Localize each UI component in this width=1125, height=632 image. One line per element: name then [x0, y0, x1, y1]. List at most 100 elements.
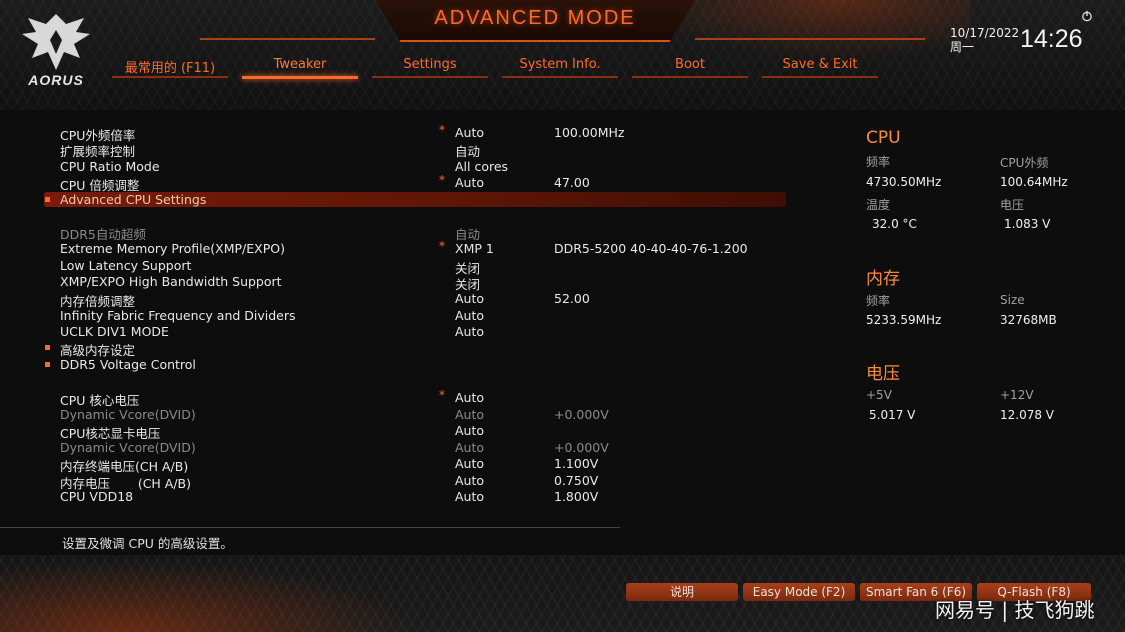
voltage-5v-value: 5.017 V: [869, 408, 916, 422]
modified-star-icon: *: [439, 123, 445, 137]
setting-value[interactable]: Auto: [455, 456, 484, 471]
setting-label: XMP/EXPO High Bandwidth Support: [60, 274, 282, 289]
setting-current-value: 52.00: [554, 291, 590, 306]
help-description: 设置及微调 CPU 的高级设置。: [62, 536, 233, 551]
setting-current-value: 47.00: [554, 175, 590, 190]
setting-value[interactable]: All cores: [455, 159, 508, 174]
footer-glow: [0, 560, 420, 632]
tab-label: 最常用的 (F11): [124, 61, 216, 76]
setting-label: CPU Ratio Mode: [60, 159, 160, 174]
setting-label: Dynamic Vcore(DVID): [60, 407, 196, 422]
setting-value[interactable]: Auto: [455, 324, 484, 339]
setting-row-infinity-fabric[interactable]: Infinity Fabric Frequency and Dividers A…: [44, 308, 804, 324]
submenu-advanced-memory[interactable]: 高级内存设定: [44, 340, 804, 358]
setting-row-dynamic-vcore-2: Dynamic Vcore(DVID) Auto +0.000V: [44, 440, 804, 456]
cpu-volt-label: 电压: [1000, 198, 1025, 212]
setting-value[interactable]: Auto: [455, 291, 484, 306]
setting-row-dram-voltage[interactable]: 内存电压 (CH A/B) Auto 0.750V: [44, 473, 804, 491]
setting-current-value: 1.100V: [554, 456, 599, 471]
setting-label: Advanced CPU Settings: [60, 192, 207, 207]
setting-row-extended-freq-control[interactable]: 扩展频率控制 自动: [44, 141, 804, 160]
setting-value: Auto: [455, 407, 485, 422]
page-title: ADVANCED MODE: [434, 7, 636, 29]
setting-row-cpu-ratio[interactable]: CPU 倍频调整 * Auto 47.00: [44, 173, 804, 193]
setting-row-cpu-ratio-mode[interactable]: CPU Ratio Mode All cores: [44, 159, 804, 175]
setting-row-dram-termination-voltage[interactable]: 内存终端电压(CH A/B) Auto 1.100V: [44, 456, 804, 474]
banner-line-right: [695, 38, 925, 40]
setting-current-value: 1.800V: [554, 489, 599, 504]
setting-row-dynamic-vcore-1: Dynamic Vcore(DVID) Auto +0.000V: [44, 407, 804, 423]
setting-current-value: +0.000V: [554, 407, 609, 422]
modified-star-icon: *: [439, 388, 445, 402]
submenu-ddr5-voltage-control[interactable]: DDR5 Voltage Control: [44, 357, 804, 373]
setting-row-high-bandwidth[interactable]: XMP/EXPO High Bandwidth Support 关闭: [44, 274, 804, 292]
setting-label: Infinity Fabric Frequency and Dividers: [60, 308, 296, 323]
tab-label: Settings: [403, 57, 457, 72]
tab-settings[interactable]: Settings: [372, 57, 488, 79]
setting-row-xmp-profile[interactable]: Extreme Memory Profile(XMP/EXPO) * XMP 1…: [44, 239, 804, 257]
help-button[interactable]: 说明: [626, 583, 738, 601]
tab-save-exit[interactable]: Save & Exit: [762, 57, 878, 79]
power-icon[interactable]: [1081, 10, 1093, 22]
setting-row-cpu-clock-ratio[interactable]: CPU外频倍率 * Auto 100.00MHz: [44, 123, 804, 143]
cpu-freq-label: 频率: [866, 155, 891, 169]
voltage-section-title: 电压: [866, 364, 900, 384]
tab-boot[interactable]: Boot: [632, 57, 748, 79]
setting-row-igpu-voltage[interactable]: CPU核芯显卡电压 Auto: [44, 423, 804, 441]
tab-label: Tweaker: [273, 57, 327, 72]
submenu-bullet-icon: [45, 362, 50, 367]
easy-mode-button[interactable]: Easy Mode (F2): [743, 583, 855, 601]
aorus-logo-text: AORUS: [28, 72, 84, 88]
help-divider: [0, 527, 620, 528]
setting-row-memory-multiplier[interactable]: 内存倍频调整 Auto 52.00: [44, 291, 804, 309]
setting-row-ddr5-auto-oc: DDR5自动超频 自动: [44, 224, 804, 242]
submenu-bullet-icon: [45, 197, 50, 202]
setting-row-low-latency[interactable]: Low Latency Support 关闭: [44, 258, 804, 276]
memory-size-label: Size: [1000, 293, 1025, 307]
banner-line-left: [200, 38, 375, 40]
setting-current-value: DDR5-5200 40-40-40-76-1.200: [554, 241, 748, 256]
setting-value[interactable]: Auto: [455, 473, 484, 488]
setting-label: Dynamic Vcore(DVID): [60, 440, 196, 455]
voltage-5v-label: +5V: [866, 388, 892, 402]
tab-favorites[interactable]: 最常用的 (F11): [112, 57, 228, 79]
setting-value: Auto: [455, 440, 485, 455]
submenu-advanced-cpu-settings[interactable]: Advanced CPU Settings: [44, 192, 786, 207]
tab-label: Boot: [675, 57, 705, 72]
cpu-bclk-value: 100.64MHz: [1000, 175, 1068, 189]
cpu-bclk-label: CPU外频: [1000, 156, 1049, 170]
setting-label: UCLK DIV1 MODE: [60, 324, 169, 339]
tab-label: System Info.: [519, 57, 601, 72]
setting-current-value: 100.00MHz: [554, 125, 625, 140]
tab-label: Save & Exit: [782, 57, 858, 72]
setting-value[interactable]: Auto: [455, 390, 484, 405]
modified-star-icon: *: [439, 173, 445, 187]
tab-system-info[interactable]: System Info.: [502, 57, 618, 79]
setting-value[interactable]: Auto: [455, 423, 484, 438]
watermark: 网易号 | 技飞狗跳: [935, 598, 1095, 622]
setting-label: Low Latency Support: [60, 258, 192, 273]
setting-value[interactable]: Auto: [455, 175, 484, 190]
setting-value[interactable]: 自动: [455, 141, 480, 160]
setting-value[interactable]: Auto: [455, 489, 484, 504]
memory-freq-value: 5233.59MHz: [866, 313, 942, 327]
setting-value[interactable]: Auto: [455, 308, 484, 323]
setting-row-uclk-div1[interactable]: UCLK DIV1 MODE Auto: [44, 324, 804, 340]
setting-row-cpu-vdd18[interactable]: CPU VDD18 Auto 1.800V: [44, 489, 804, 505]
memory-size-value: 32768MB: [1000, 313, 1057, 327]
setting-label: Extreme Memory Profile(XMP/EXPO): [60, 241, 285, 256]
setting-value[interactable]: Auto: [455, 125, 484, 140]
time-display: 14:26: [1020, 25, 1083, 53]
weekday-display: 周一: [950, 40, 975, 54]
submenu-bullet-icon: [45, 345, 50, 350]
memory-freq-label: 频率: [866, 294, 891, 308]
setting-row-cpu-vcore[interactable]: CPU 核心电压 * Auto: [44, 388, 804, 408]
voltage-12v-label: +12V: [1000, 388, 1034, 402]
tab-tweaker[interactable]: Tweaker: [242, 57, 358, 79]
setting-value[interactable]: XMP 1: [455, 241, 494, 256]
cpu-section-title: CPU: [866, 128, 901, 148]
setting-label: DDR5 Voltage Control: [60, 357, 196, 372]
setting-current-value: +0.000V: [554, 440, 609, 455]
setting-label: CPU VDD18: [60, 489, 134, 504]
memory-section-title: 内存: [866, 269, 900, 289]
